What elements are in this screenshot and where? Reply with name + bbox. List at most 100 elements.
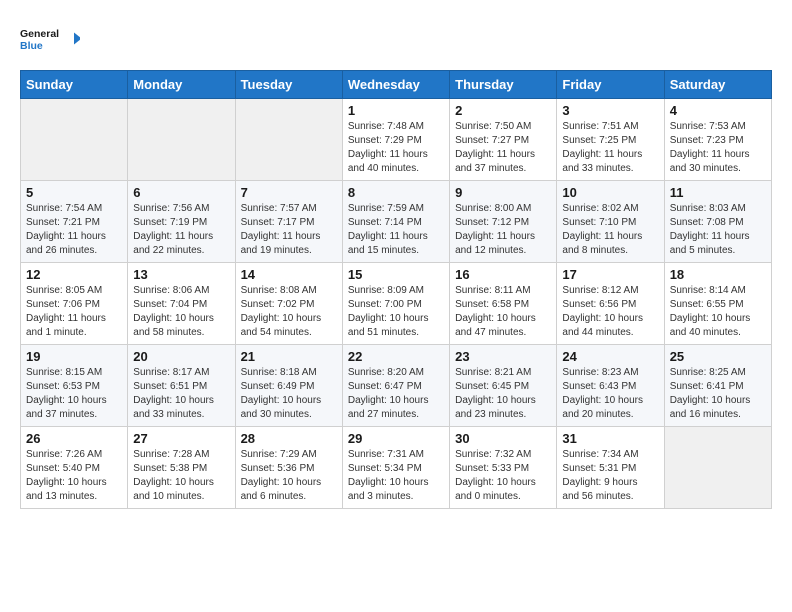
calendar-day-cell: 11 Sunrise: 8:03 AMSunset: 7:08 PMDayligh… xyxy=(664,181,771,263)
day-number: 27 xyxy=(133,431,229,446)
calendar-day-cell: 17 Sunrise: 8:12 AMSunset: 6:56 PMDayligh… xyxy=(557,263,664,345)
day-info: Sunrise: 8:03 AMSunset: 7:08 PMDaylight:… xyxy=(670,202,766,258)
calendar-week-row: 1Sunrise: 7:48 AMSunset: 7:29 PMDaylight… xyxy=(21,99,772,181)
calendar-day-cell: 3 Sunrise: 7:51 AMSunset: 7:25 PMDaylight… xyxy=(557,99,664,181)
day-info: Sunrise: 7:34 AMSunset: 5:31 PMDaylight:… xyxy=(562,448,658,504)
day-info: Sunrise: 8:21 AMSunset: 6:45 PMDaylight:… xyxy=(455,366,551,422)
calendar-day-cell: 30 Sunrise: 7:32 AMSunset: 5:33 PMDayligh… xyxy=(450,427,557,509)
day-number: 2 xyxy=(455,103,551,118)
weekday-label: Friday xyxy=(557,71,664,99)
day-info: Sunrise: 7:29 AMSunset: 5:36 PMDaylight:… xyxy=(241,448,337,504)
day-info: Sunrise: 7:51 AMSunset: 7:25 PMDaylight:… xyxy=(562,120,658,176)
day-info: Sunrise: 8:17 AMSunset: 6:51 PMDaylight:… xyxy=(133,366,229,422)
calendar-day-cell: 7 Sunrise: 7:57 AMSunset: 7:17 PMDaylight… xyxy=(235,181,342,263)
day-number: 31 xyxy=(562,431,658,446)
day-info: Sunrise: 8:18 AMSunset: 6:49 PMDaylight:… xyxy=(241,366,337,422)
day-number: 10 xyxy=(562,185,658,200)
calendar-day-cell: 18Sunrise: 8:14 AMSunset: 6:55 PMDayligh… xyxy=(664,263,771,345)
calendar-week-row: 12 Sunrise: 8:05 AMSunset: 7:06 PMDayligh… xyxy=(21,263,772,345)
calendar-day-cell xyxy=(128,99,235,181)
day-info: Sunrise: 8:12 AMSunset: 6:56 PMDaylight:… xyxy=(562,284,658,340)
day-info: Sunrise: 8:20 AMSunset: 6:47 PMDaylight:… xyxy=(348,366,444,422)
calendar-day-cell: 9 Sunrise: 8:00 AMSunset: 7:12 PMDaylight… xyxy=(450,181,557,263)
day-info: Sunrise: 8:06 AMSunset: 7:04 PMDaylight:… xyxy=(133,284,229,340)
weekday-header-row: SundayMondayTuesdayWednesdayThursdayFrid… xyxy=(21,71,772,99)
calendar-day-cell: 23Sunrise: 8:21 AMSunset: 6:45 PMDayligh… xyxy=(450,345,557,427)
day-info: Sunrise: 7:50 AMSunset: 7:27 PMDaylight:… xyxy=(455,120,551,176)
calendar-day-cell xyxy=(235,99,342,181)
day-info: Sunrise: 8:23 AMSunset: 6:43 PMDaylight:… xyxy=(562,366,658,422)
day-info: Sunrise: 8:14 AMSunset: 6:55 PMDaylight:… xyxy=(670,284,766,340)
calendar-table: SundayMondayTuesdayWednesdayThursdayFrid… xyxy=(20,70,772,509)
day-info: Sunrise: 7:56 AMSunset: 7:19 PMDaylight:… xyxy=(133,202,229,258)
weekday-label: Tuesday xyxy=(235,71,342,99)
calendar-day-cell: 21 Sunrise: 8:18 AMSunset: 6:49 PMDayligh… xyxy=(235,345,342,427)
day-info: Sunrise: 8:05 AMSunset: 7:06 PMDaylight:… xyxy=(26,284,122,340)
day-number: 7 xyxy=(241,185,337,200)
calendar-week-row: 5 Sunrise: 7:54 AMSunset: 7:21 PMDaylight… xyxy=(21,181,772,263)
weekday-label: Thursday xyxy=(450,71,557,99)
calendar-week-row: 26Sunrise: 7:26 AMSunset: 5:40 PMDayligh… xyxy=(21,427,772,509)
svg-text:Blue: Blue xyxy=(20,40,43,52)
day-info: Sunrise: 7:26 AMSunset: 5:40 PMDaylight:… xyxy=(26,448,122,504)
day-number: 4 xyxy=(670,103,766,118)
calendar-week-row: 19Sunrise: 8:15 AMSunset: 6:53 PMDayligh… xyxy=(21,345,772,427)
day-number: 20 xyxy=(133,349,229,364)
day-number: 21 xyxy=(241,349,337,364)
day-number: 13 xyxy=(133,267,229,282)
calendar-day-cell: 31 Sunrise: 7:34 AMSunset: 5:31 PMDayligh… xyxy=(557,427,664,509)
calendar-day-cell: 26Sunrise: 7:26 AMSunset: 5:40 PMDayligh… xyxy=(21,427,128,509)
svg-text:General: General xyxy=(20,28,59,40)
day-info: Sunrise: 8:08 AMSunset: 7:02 PMDaylight:… xyxy=(241,284,337,340)
calendar-day-cell xyxy=(664,427,771,509)
calendar-day-cell: 8 Sunrise: 7:59 AMSunset: 7:14 PMDaylight… xyxy=(342,181,449,263)
weekday-label: Saturday xyxy=(664,71,771,99)
day-number: 12 xyxy=(26,267,122,282)
day-info: Sunrise: 7:57 AMSunset: 7:17 PMDaylight:… xyxy=(241,202,337,258)
day-number: 8 xyxy=(348,185,444,200)
calendar-day-cell: 12 Sunrise: 8:05 AMSunset: 7:06 PMDayligh… xyxy=(21,263,128,345)
day-info: Sunrise: 7:54 AMSunset: 7:21 PMDaylight:… xyxy=(26,202,122,258)
day-number: 5 xyxy=(26,185,122,200)
day-number: 15 xyxy=(348,267,444,282)
calendar-day-cell: 19Sunrise: 8:15 AMSunset: 6:53 PMDayligh… xyxy=(21,345,128,427)
day-number: 14 xyxy=(241,267,337,282)
calendar-day-cell: 16Sunrise: 8:11 AMSunset: 6:58 PMDayligh… xyxy=(450,263,557,345)
day-number: 24 xyxy=(562,349,658,364)
day-number: 9 xyxy=(455,185,551,200)
day-info: Sunrise: 7:31 AMSunset: 5:34 PMDaylight:… xyxy=(348,448,444,504)
calendar-day-cell: 27 Sunrise: 7:28 AMSunset: 5:38 PMDayligh… xyxy=(128,427,235,509)
logo: General Blue xyxy=(20,20,80,60)
calendar-day-cell: 29 Sunrise: 7:31 AMSunset: 5:34 PMDayligh… xyxy=(342,427,449,509)
day-info: Sunrise: 7:32 AMSunset: 5:33 PMDaylight:… xyxy=(455,448,551,504)
calendar-day-cell: 5 Sunrise: 7:54 AMSunset: 7:21 PMDaylight… xyxy=(21,181,128,263)
day-info: Sunrise: 7:53 AMSunset: 7:23 PMDaylight:… xyxy=(670,120,766,176)
day-info: Sunrise: 8:02 AMSunset: 7:10 PMDaylight:… xyxy=(562,202,658,258)
weekday-label: Sunday xyxy=(21,71,128,99)
calendar-day-cell: 10 Sunrise: 8:02 AMSunset: 7:10 PMDayligh… xyxy=(557,181,664,263)
day-info: Sunrise: 8:25 AMSunset: 6:41 PMDaylight:… xyxy=(670,366,766,422)
calendar-day-cell: 2 Sunrise: 7:50 AMSunset: 7:27 PMDaylight… xyxy=(450,99,557,181)
day-number: 3 xyxy=(562,103,658,118)
calendar-day-cell: 25Sunrise: 8:25 AMSunset: 6:41 PMDayligh… xyxy=(664,345,771,427)
day-number: 30 xyxy=(455,431,551,446)
calendar-day-cell: 28 Sunrise: 7:29 AMSunset: 5:36 PMDayligh… xyxy=(235,427,342,509)
day-number: 28 xyxy=(241,431,337,446)
calendar-day-cell: 24 Sunrise: 8:23 AMSunset: 6:43 PMDayligh… xyxy=(557,345,664,427)
logo-icon: General Blue xyxy=(20,20,80,60)
day-info: Sunrise: 7:59 AMSunset: 7:14 PMDaylight:… xyxy=(348,202,444,258)
day-info: Sunrise: 8:11 AMSunset: 6:58 PMDaylight:… xyxy=(455,284,551,340)
calendar-day-cell: 15Sunrise: 8:09 AMSunset: 7:00 PMDayligh… xyxy=(342,263,449,345)
day-number: 17 xyxy=(562,267,658,282)
calendar-body: 1Sunrise: 7:48 AMSunset: 7:29 PMDaylight… xyxy=(21,99,772,509)
day-number: 11 xyxy=(670,185,766,200)
day-number: 19 xyxy=(26,349,122,364)
calendar-day-cell: 13 Sunrise: 8:06 AMSunset: 7:04 PMDayligh… xyxy=(128,263,235,345)
weekday-label: Wednesday xyxy=(342,71,449,99)
day-number: 29 xyxy=(348,431,444,446)
day-info: Sunrise: 7:28 AMSunset: 5:38 PMDaylight:… xyxy=(133,448,229,504)
day-info: Sunrise: 8:00 AMSunset: 7:12 PMDaylight:… xyxy=(455,202,551,258)
calendar-day-cell: 20 Sunrise: 8:17 AMSunset: 6:51 PMDayligh… xyxy=(128,345,235,427)
day-info: Sunrise: 7:48 AMSunset: 7:29 PMDaylight:… xyxy=(348,120,444,176)
calendar-day-cell: 4 Sunrise: 7:53 AMSunset: 7:23 PMDaylight… xyxy=(664,99,771,181)
